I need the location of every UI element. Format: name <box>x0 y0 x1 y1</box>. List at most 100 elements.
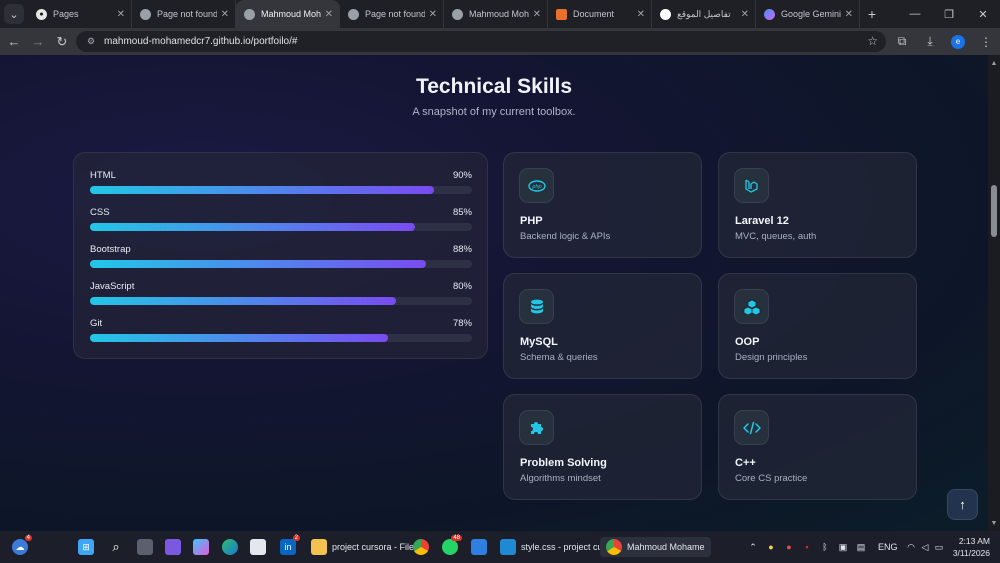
forward-icon[interactable]: → <box>26 30 50 54</box>
code-icon <box>734 410 769 445</box>
arrow-up-icon: ↑ <box>959 497 966 512</box>
folder-icon <box>311 539 327 555</box>
mail-app[interactable] <box>471 537 492 557</box>
linkedin-app[interactable]: in 2 <box>280 535 301 557</box>
tray-app-icon[interactable]: ● <box>762 542 780 552</box>
taskbar-app-chrome-window[interactable]: Mahmoud Mohame <box>600 537 711 557</box>
new-tab-button[interactable]: + <box>860 6 884 22</box>
skill-tile-mysql: MySQL Schema & queries <box>503 273 702 379</box>
minimize-icon[interactable]: — <box>898 0 932 28</box>
close-window-icon[interactable]: ✕ <box>966 0 1000 28</box>
taskbar-app-vscode[interactable]: style.css - project cu <box>494 537 609 557</box>
skill-percent: 78% <box>452 318 472 329</box>
tray-app-icon[interactable]: ▤ <box>852 542 870 553</box>
copilot-app[interactable] <box>193 537 214 557</box>
weather-widget[interactable]: ☁ 4 <box>12 535 33 557</box>
skill-row: Bootstrap 88% <box>90 244 472 274</box>
close-icon[interactable]: ✕ <box>221 9 229 20</box>
browser-tab-strip: ⌄ ● Pages ✕ Page not found ✕ Mahmoud Moh… <box>0 0 1000 28</box>
volume-icon[interactable]: ◁ <box>918 542 932 553</box>
scroll-up-icon[interactable]: ▲ <box>988 57 1000 69</box>
edge-app[interactable] <box>222 537 243 557</box>
skill-bar-fill <box>90 260 427 268</box>
tile-title: MySQL <box>520 336 558 348</box>
tray-app-icon[interactable]: ● <box>780 542 798 552</box>
bluetooth-icon[interactable]: ᛒ <box>816 542 834 552</box>
restore-icon[interactable]: ❐ <box>932 0 966 28</box>
skill-tile-laravel: Laravel 12 MVC, queues, auth <box>718 152 917 258</box>
wifi-icon[interactable]: ◠ <box>904 542 918 553</box>
start-button[interactable]: ⊞ <box>78 537 99 557</box>
chrome-app[interactable] <box>413 537 434 557</box>
close-icon[interactable]: ✕ <box>741 9 749 20</box>
system-tray: ⌃ ● ● ▪ ᛒ ▣ ▤ ENG ◠ ◁ ▭ <box>744 531 946 563</box>
skill-percent: 85% <box>452 207 472 218</box>
extensions-icon[interactable]: ⧉ <box>888 34 916 49</box>
download-icon[interactable]: ⤓ <box>916 34 944 49</box>
language-indicator[interactable]: ENG <box>878 542 904 552</box>
tab-6[interactable]: تفاصيل الموقع ✕ <box>652 0 756 28</box>
clock-date: 3/11/2026 <box>952 548 990 558</box>
profile-avatar[interactable]: e <box>951 34 965 49</box>
taskbar: ☁ 4 ⊞ ⌕ in 2 project cursora - File 48 sty… <box>0 531 1000 563</box>
meet-app[interactable] <box>165 537 186 557</box>
back-icon[interactable]: ← <box>2 30 26 54</box>
whatsapp-app[interactable]: 48 <box>442 535 463 557</box>
close-icon[interactable]: ✕ <box>117 9 125 20</box>
skills-card: HTML 90% CSS 85% Bootstrap 88% JavaScrip… <box>73 152 488 359</box>
tab-2[interactable]: Mahmoud Moha ✕ <box>236 0 340 28</box>
close-icon[interactable]: ✕ <box>845 9 853 20</box>
store-app[interactable] <box>250 537 271 557</box>
scrollbar-thumb[interactable] <box>991 185 997 237</box>
site-info-icon[interactable]: ⚙ <box>84 35 98 49</box>
skill-bar-fill <box>90 334 388 342</box>
tray-app-icon[interactable]: ▣ <box>834 542 852 553</box>
chrome-icon <box>413 539 429 555</box>
close-icon[interactable]: ✕ <box>533 9 541 20</box>
globe-icon <box>244 8 255 20</box>
clock-time: 2:13 AM <box>958 536 990 546</box>
copilot-icon <box>193 539 209 555</box>
chevron-up-icon[interactable]: ⌃ <box>744 542 762 553</box>
url-text[interactable]: mahmoud-mohamedcr7.github.io/portfoilo/# <box>104 36 297 47</box>
section-subtitle: A snapshot of my current toolbox. <box>412 106 576 118</box>
chatgpt-icon <box>660 8 671 20</box>
scroll-down-icon[interactable]: ▼ <box>988 517 1000 529</box>
close-icon[interactable]: ✕ <box>429 9 437 20</box>
svg-text:php: php <box>531 184 541 190</box>
tray-app-icon[interactable]: ▪ <box>798 542 816 552</box>
clock[interactable]: 2:13 AM 3/11/2026 <box>953 535 990 559</box>
close-icon[interactable]: ✕ <box>325 9 333 20</box>
search-icon: ⌕ <box>112 539 120 554</box>
menu-icon[interactable]: ⋮ <box>972 35 1000 49</box>
browser-toolbar: ← → ↻ ⚙ mahmoud-mohamedcr7.github.io/por… <box>0 28 1000 55</box>
back-to-top-button[interactable]: ↑ <box>947 489 978 520</box>
page-scrollbar[interactable]: ▲ ▼ <box>988 55 1000 531</box>
skill-bar-track <box>90 297 472 305</box>
battery-icon[interactable]: ▭ <box>932 542 946 553</box>
store-icon <box>250 539 266 555</box>
reload-icon[interactable]: ↻ <box>50 30 74 54</box>
skill-bar-track <box>90 334 472 342</box>
close-icon[interactable]: ✕ <box>637 9 645 20</box>
skill-percent: 88% <box>452 244 472 255</box>
skill-percent: 90% <box>452 170 472 181</box>
tab-1[interactable]: Page not found ✕ <box>132 0 236 28</box>
tab-search-button[interactable]: ⌄ <box>4 4 24 24</box>
skill-tile-oop: OOP Design principles <box>718 273 917 379</box>
search-button[interactable]: ⌕ <box>108 537 129 557</box>
page-content: Technical Skills A snapshot of my curren… <box>0 55 1000 531</box>
tab-3[interactable]: Page not found ✕ <box>340 0 444 28</box>
linkedin-badge: 2 <box>292 535 300 541</box>
address-bar[interactable]: ⚙ mahmoud-mohamedcr7.github.io/portfoilo… <box>76 31 886 52</box>
tab-7[interactable]: Google Gemini ✕ <box>756 0 860 28</box>
tab-4[interactable]: Mahmoud Moha ✕ <box>444 0 548 28</box>
skill-tile-problem-solving: Problem Solving Algorithms mindset <box>503 394 702 500</box>
taskbar-app-explorer[interactable]: project cursora - File <box>305 537 420 557</box>
tab-0[interactable]: ● Pages ✕ <box>28 0 132 28</box>
bookmark-star-icon[interactable]: ☆ <box>867 34 878 48</box>
tile-desc: Schema & queries <box>520 352 598 363</box>
task-view-button[interactable] <box>137 537 158 557</box>
taskbar-app-label: Mahmoud Mohame <box>627 542 705 552</box>
tab-5[interactable]: Document ✕ <box>548 0 652 28</box>
